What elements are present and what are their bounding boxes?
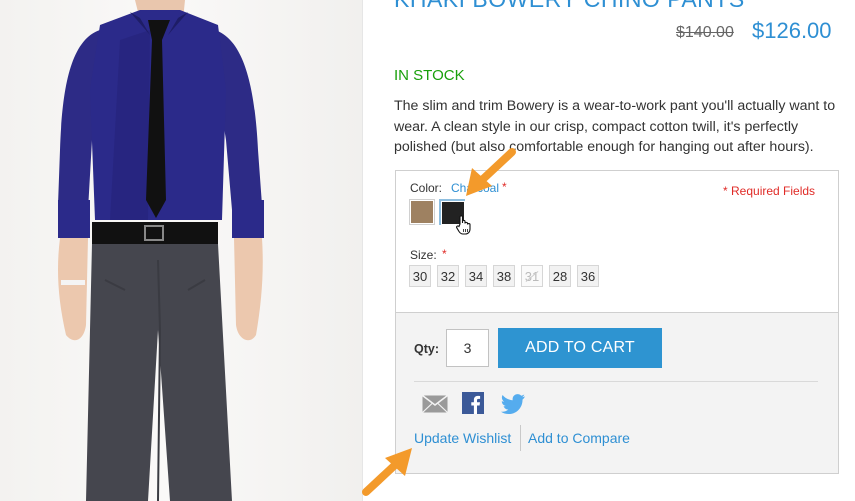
add-to-compare-link[interactable]: Add to Compare [528,430,630,446]
email-icon[interactable] [422,395,448,413]
column-divider [362,0,363,501]
old-price: $140.00 [676,24,734,41]
twitter-icon[interactable] [501,394,525,414]
product-photo [0,0,362,501]
size-option-30[interactable]: 30 [409,265,431,287]
size-option-38[interactable]: 38 [493,265,515,287]
product-title: KHAKI BOWERY CHINO PANTS [394,0,745,13]
size-required-star: * [442,247,447,261]
link-separator [520,425,521,451]
product-photo-figure [58,0,264,501]
facebook-icon[interactable] [462,392,484,414]
qty-label: Qty: [414,342,439,356]
add-to-cart-button[interactable]: ADD TO CART [498,328,662,368]
special-price: $126.00 [752,18,832,43]
size-option-28[interactable]: 28 [549,265,571,287]
product-description: The slim and trim Bowery is a wear-to-wo… [394,98,836,155]
color-swatch-khaki[interactable] [409,199,435,225]
size-option-31-disabled: 31 [521,265,543,287]
color-required-star: * [502,180,507,194]
size-option-34[interactable]: 34 [465,265,487,287]
color-swatch-charcoal[interactable] [439,199,465,225]
size-option-32[interactable]: 32 [437,265,459,287]
size-label: Size: [410,248,437,262]
qty-input[interactable] [446,329,489,367]
color-label: Color: [410,181,443,195]
cart-divider [414,381,818,382]
stock-status: IN STOCK [394,67,465,84]
size-option-36[interactable]: 36 [577,265,599,287]
update-wishlist-link[interactable]: Update Wishlist [414,430,511,446]
selected-color-value: Charcoal [451,181,500,195]
required-fields-note: * Required Fields [723,184,816,198]
